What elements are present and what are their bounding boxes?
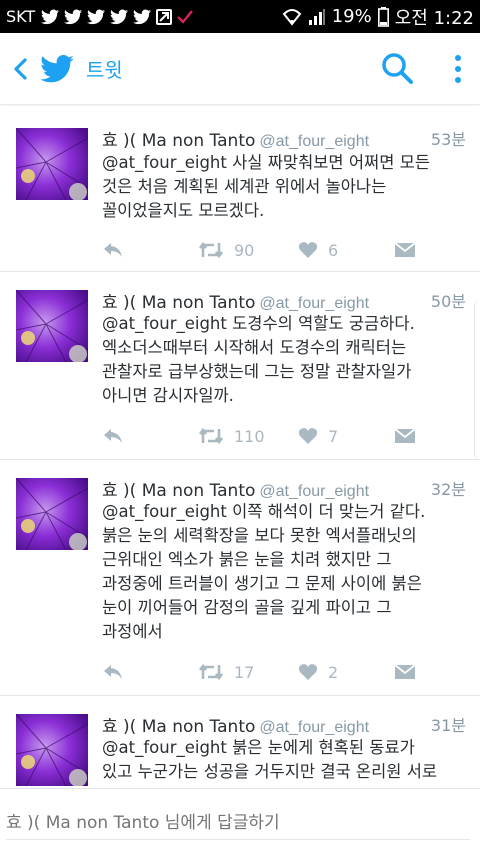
- tweet-actions: 17 2: [102, 660, 422, 684]
- tweet[interactable]: 효 )( Ma non Tanto @at_four_eight 53분 @at_…: [0, 106, 480, 272]
- page-title: 트윗: [86, 58, 123, 82]
- avatar-image: [16, 128, 88, 200]
- twitter-notification-icon: [133, 9, 152, 24]
- more-options-button[interactable]: [446, 51, 470, 87]
- retweet-count: 110: [234, 426, 265, 446]
- more-vert-icon: [455, 55, 461, 61]
- avatar[interactable]: [16, 478, 88, 550]
- signal-icon: [308, 8, 325, 25]
- clock: 오전 1:22: [394, 7, 474, 29]
- battery-level: 19%: [331, 6, 372, 27]
- like-button[interactable]: 6: [298, 241, 338, 260]
- tweet-text: @at_four_eight 도경수의 역할도 궁금하다. 엑소더스때부터 시작…: [102, 314, 415, 405]
- avatar-image: [16, 714, 88, 786]
- notification-icons: [41, 8, 194, 25]
- tweet-text: @at_four_eight 이쪽 해석이 더 맞는거 같다. 붉은 눈의 세력…: [102, 502, 426, 641]
- download-notification-icon: [156, 8, 173, 25]
- timestamp: 31분: [430, 716, 466, 735]
- tweet[interactable]: 효 )( Ma non Tanto @at_four_eight 50분 @at_…: [0, 272, 480, 460]
- retweet-icon: [198, 241, 224, 259]
- retweet-icon: [198, 427, 224, 445]
- dm-envelope-icon: [394, 242, 416, 257]
- retweet-button[interactable]: 90: [198, 241, 254, 260]
- reply-button[interactable]: [102, 241, 124, 259]
- tweet-text: @at_four_eight 붉은 눈에게 현혹된 동료가 있고 누군가는 성공…: [102, 738, 438, 781]
- app-bar: 트윗: [0, 33, 480, 105]
- reply-input[interactable]: [6, 813, 466, 833]
- user-handle[interactable]: @at_four_eight: [259, 133, 369, 150]
- back-button[interactable]: [2, 33, 38, 105]
- like-count: 2: [328, 662, 339, 682]
- timestamp: 53분: [430, 130, 466, 149]
- display-name[interactable]: 효 )( Ma non Tanto: [102, 717, 255, 737]
- direct-message-button[interactable]: [394, 427, 416, 445]
- reply-icon: [104, 243, 122, 257]
- tweet-text: @at_four_eight 사실 짜맞춰보면 어쩌면 모든 것은 처음 계획된…: [102, 153, 431, 220]
- check-notification-icon: [177, 9, 194, 24]
- reply-bar: [0, 788, 480, 853]
- avatar-image: [16, 290, 88, 362]
- battery-icon: [377, 6, 389, 27]
- display-name[interactable]: 효 )( Ma non Tanto: [102, 481, 255, 501]
- tweet-actions: 90 6: [102, 238, 422, 262]
- retweet-button[interactable]: 17: [198, 663, 254, 682]
- scroll-edge-indicator: [474, 300, 480, 460]
- heart-icon: [298, 428, 318, 444]
- like-button[interactable]: 2: [298, 663, 338, 682]
- display-name[interactable]: 효 )( Ma non Tanto: [102, 131, 255, 151]
- dm-envelope-icon: [394, 428, 416, 443]
- like-count: 7: [328, 426, 339, 446]
- avatar-image: [16, 478, 88, 550]
- carrier-label: SKT: [6, 7, 36, 26]
- retweet-icon: [198, 663, 224, 681]
- retweet-count: 90: [234, 240, 255, 260]
- wifi-icon: [282, 8, 302, 26]
- twitter-bird-icon: [40, 54, 74, 82]
- dm-envelope-icon: [394, 664, 416, 679]
- status-bar: SKT 19% 오전 1:22: [0, 0, 480, 33]
- tweet[interactable]: 효 )( Ma non Tanto @at_four_eight 32분 @at_…: [0, 460, 480, 696]
- twitter-notification-icon: [87, 9, 106, 24]
- back-arrow-icon: [14, 57, 27, 80]
- direct-message-button[interactable]: [394, 241, 416, 259]
- like-count: 6: [328, 240, 339, 260]
- reply-button[interactable]: [102, 427, 124, 445]
- reply-icon: [104, 665, 122, 679]
- tweet-actions: 110 7: [102, 424, 422, 448]
- conversation-timeline[interactable]: 효 )( Ma non Tanto @at_four_eight 53분 @at_…: [0, 106, 480, 786]
- search-icon: [382, 53, 413, 84]
- like-button[interactable]: 7: [298, 427, 338, 446]
- user-handle[interactable]: @at_four_eight: [259, 719, 369, 736]
- user-handle[interactable]: @at_four_eight: [259, 483, 369, 500]
- twitter-notification-icon: [64, 9, 83, 24]
- timestamp: 32분: [430, 480, 466, 499]
- reply-button[interactable]: [102, 663, 124, 681]
- twitter-notification-icon: [41, 9, 60, 24]
- twitter-logo: [38, 33, 76, 105]
- avatar[interactable]: [16, 714, 88, 786]
- tweet[interactable]: 효 )( Ma non Tanto @at_four_eight 31분 @at_…: [0, 696, 480, 786]
- avatar[interactable]: [16, 290, 88, 362]
- avatar[interactable]: [16, 128, 88, 200]
- display-name[interactable]: 효 )( Ma non Tanto: [102, 293, 255, 313]
- twitter-notification-icon: [110, 9, 129, 24]
- direct-message-button[interactable]: [394, 663, 416, 681]
- heart-icon: [298, 664, 318, 680]
- retweet-button[interactable]: 110: [198, 427, 265, 446]
- reply-underline: [6, 839, 470, 840]
- timestamp: 50분: [430, 292, 466, 311]
- reply-icon: [104, 429, 122, 443]
- search-button[interactable]: [380, 51, 416, 87]
- heart-icon: [298, 242, 318, 258]
- user-handle[interactable]: @at_four_eight: [259, 295, 369, 312]
- retweet-count: 17: [234, 662, 255, 682]
